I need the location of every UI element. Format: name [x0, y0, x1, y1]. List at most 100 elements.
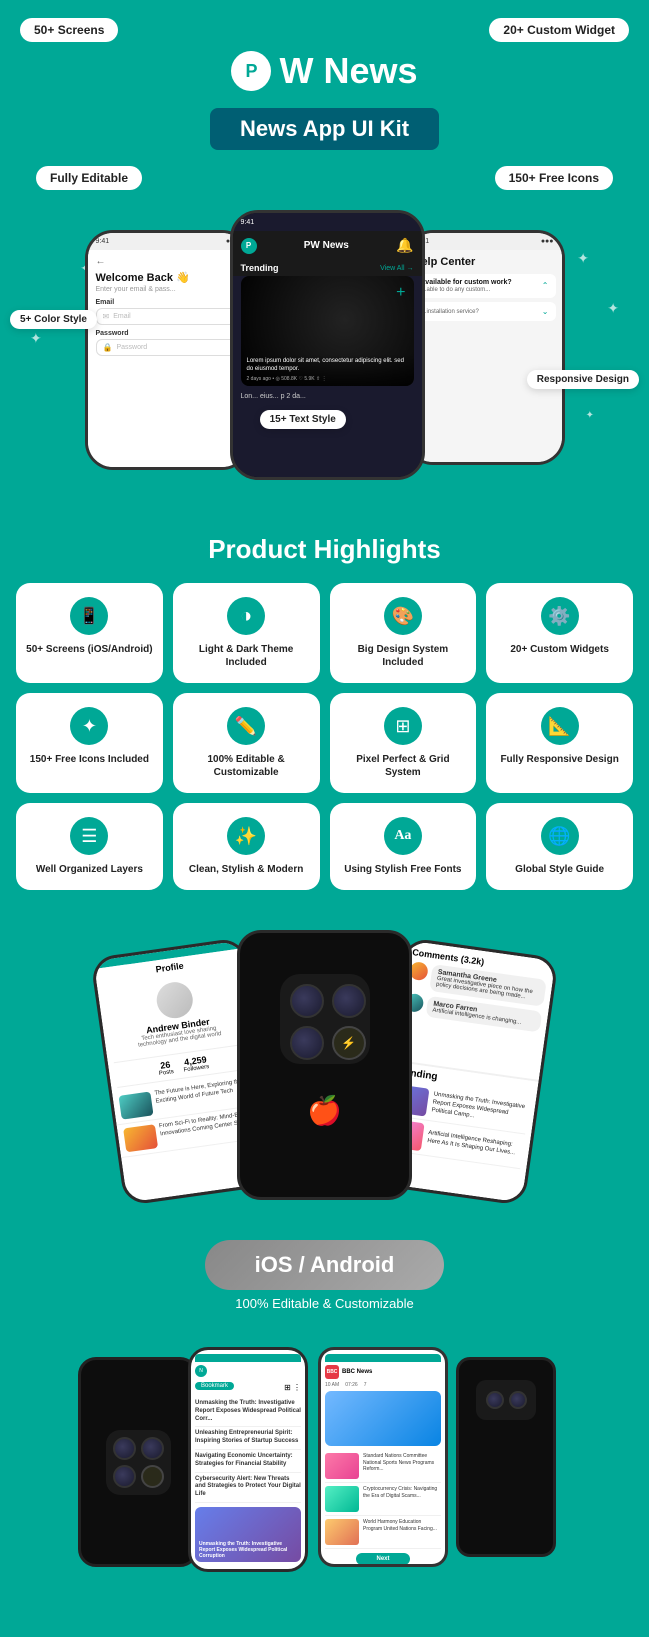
nf-text-3: World Harmony Education Program United N… [363, 1519, 441, 1545]
icons-label: 150+ Free Icons Included [30, 753, 149, 766]
help-q1-title: Available for custom work? [421, 279, 512, 286]
time-row: 10 AM 07:26 7 [325, 1382, 441, 1388]
bookmark-controls[interactable]: ⊞ ⋮ [284, 1383, 301, 1392]
statusbar-right: 9:41●●● [408, 233, 562, 250]
highlight-card-layers: ☰ Well Organized Layers [16, 803, 163, 890]
phones-hero-section: 5+ Color Style 15+ Text Style Responsive… [0, 210, 649, 510]
next-button[interactable]: Next [356, 1553, 409, 1564]
responsive-label: Responsive Design [527, 370, 639, 389]
news-featured-card[interactable]: + Lorem ipsum dolor sit amet, consectetu… [241, 276, 414, 386]
design-icon: 🎨 [384, 597, 422, 635]
news-thumb-1 [119, 1091, 154, 1119]
highlight-card-stylish: ✨ Clean, Stylish & Modern [173, 803, 320, 890]
help-card-1[interactable]: Available for custom work? …able to do a… [414, 274, 556, 298]
back-arrow: ← [96, 256, 239, 267]
nf-item-1[interactable]: Standard Nations Committee National Spor… [325, 1450, 441, 1483]
news-logo-small: P [241, 238, 257, 254]
newsfeed-phone: BBC BBC News 10 AM 07:26 7 Standard Nati… [318, 1347, 448, 1567]
color-style-label: 5+ Color Style [10, 310, 97, 329]
stylish-icon: ✨ [227, 817, 265, 855]
bookmark-screen: N Bookmark ⊞ ⋮ Unmasking the Truth: Inve… [191, 1350, 305, 1569]
sub-badges: Fully Editable 150+ Free Icons [20, 162, 629, 194]
camera-module: ⚡ [280, 974, 370, 1064]
nf-item-3[interactable]: World Harmony Education Program United N… [325, 1516, 441, 1549]
email-label: Email [96, 299, 239, 306]
platform-section: iOS / Android 100% Editable & Customizab… [0, 1220, 649, 1337]
camera-lens-2 [332, 984, 366, 1018]
bottom-left-group: N Bookmark ⊞ ⋮ Unmasking the Truth: Inve… [93, 1347, 308, 1572]
apple-logo-icon: 🍎 [307, 1094, 342, 1127]
news-app-title: PW News [304, 240, 349, 251]
back-camera-module [106, 1430, 171, 1495]
statusbar-left: 9:41●●● [88, 233, 247, 250]
nf-featured-image [325, 1391, 441, 1446]
notification-icon[interactable]: 🔔 [396, 237, 413, 254]
bbc-logo: BBC [325, 1365, 339, 1379]
welcome-title: Welcome Back 👋 [96, 271, 239, 284]
password-placeholder: Password [116, 344, 147, 351]
email-input[interactable]: ✉ Email [96, 308, 239, 325]
fold-camera-bump [476, 1380, 536, 1420]
lock-icon: 🔒 [103, 343, 113, 352]
lightdark-icon: ◑ [227, 597, 265, 635]
header-section: 50+ Screens 20+ Custom Widget P W News N… [0, 0, 649, 210]
bookmark-phone: N Bookmark ⊞ ⋮ Unmasking the Truth: Inve… [188, 1347, 308, 1572]
bottom-phones-section: N Bookmark ⊞ ⋮ Unmasking the Truth: Inve… [0, 1337, 649, 1637]
nf-text-1: Standard Nations Committee National Spor… [363, 1453, 441, 1479]
password-label: Password [96, 330, 239, 337]
bookmark-item-3[interactable]: Navigating Economic Uncertainty: Strateg… [195, 1450, 301, 1473]
icons-badge: 150+ Free Icons [495, 166, 613, 190]
bookmark-tag: Bookmark [195, 1382, 234, 1390]
highlight-card-icons: ✦ 150+ Free Icons Included [16, 693, 163, 793]
highlight-card-fonts: Aa Using Stylish Free Fonts [330, 803, 477, 890]
highlights-section: Product Highlights 📱 50+ Screens (iOS/An… [0, 510, 649, 910]
help-title: Help Center [414, 256, 556, 268]
stylish-label: Clean, Stylish & Modern [189, 863, 303, 876]
help-card-2[interactable]: …installation service? ⌄ [414, 302, 556, 321]
fold-lens-2 [509, 1391, 527, 1409]
news-secondary-text: Lon... eius... p 2 da... [233, 389, 422, 404]
help-q1-sub: …able to do any custom... [421, 287, 512, 293]
newsfeed-screen: BBC BBC News 10 AM 07:26 7 Standard Nati… [321, 1350, 445, 1564]
trending-label: Trending [241, 263, 279, 273]
highlight-card-pixel: ⊞ Pixel Perfect & Grid System [330, 693, 477, 793]
camera-lens-3 [290, 1026, 324, 1060]
view-all-link[interactable]: View All → [380, 265, 413, 272]
page-title: News App UI Kit [210, 108, 439, 150]
highlight-card-editable: ✏️ 100% Editable & Customizable [173, 693, 320, 793]
bookmark-nav-icon: N [195, 1365, 207, 1377]
bookmark-item-1[interactable]: Unmasking the Truth: Investigative Repor… [195, 1397, 301, 1427]
phone-help: 9:41●●● Help Center Available for custom… [405, 230, 565, 465]
lens-bl [113, 1465, 136, 1488]
phone-news: 9:41 P PW News 🔔 Trending View All → + [230, 210, 425, 480]
camera-flash: ⚡ [332, 1026, 366, 1060]
nf-text-2: Cryptocurrency Crisis: Navigating the Er… [363, 1486, 441, 1512]
guide-label: Global Style Guide [515, 863, 604, 876]
chevron-down-icon: ⌄ [542, 307, 549, 316]
password-input[interactable]: 🔒 Password [96, 339, 239, 356]
responsive-label: Fully Responsive Design [500, 753, 618, 766]
comments-screen: Comments (3.2k) Samantha Greene Great in… [391, 940, 556, 1082]
chevron-up-icon: ⌃ [542, 281, 549, 290]
bookmark-item-4[interactable]: Cybersecurity Alert: New Threats and Str… [195, 1473, 301, 1503]
bookmark-featured-caption: Unmasking the Truth: Investigative Repor… [199, 1541, 297, 1559]
bookmark-item-2[interactable]: Unleashing Entrepreneurial Spirit: Inspi… [195, 1427, 301, 1450]
help-content: Help Center Available for custom work? …… [408, 250, 562, 462]
nf-thumb-3 [325, 1519, 359, 1545]
news-card-text: Lorem ipsum dolor sit amet, consectetur … [247, 358, 408, 374]
highlight-card-responsive: 📐 Fully Responsive Design [486, 693, 633, 793]
bookmark-header-row: Bookmark ⊞ ⋮ [195, 1382, 301, 1393]
news-screen: 9:41 P PW News 🔔 Trending View All → + [233, 213, 422, 477]
help-q2-sub: …installation service? [421, 309, 479, 315]
pixel-label: Pixel Perfect & Grid System [338, 753, 469, 779]
highlight-card-design: 🎨 Big Design System Included [330, 583, 477, 683]
widgets-label: 20+ Custom Widgets [510, 643, 609, 656]
nf-item-2[interactable]: Cryptocurrency Crisis: Navigating the Er… [325, 1483, 441, 1516]
news-meta: 2 days ago • ◎ 508.8K ♡ 5.9K ⇧ ⋮ [247, 376, 408, 382]
nf-thumb-2 [325, 1486, 359, 1512]
news-thumb-2 [123, 1124, 158, 1152]
screens-icon: 📱 [70, 597, 108, 635]
lens-tr [141, 1437, 164, 1460]
top-badges: 50+ Screens 20+ Custom Widget [0, 18, 649, 42]
login-content: ← Welcome Back 👋 Enter your email & pass… [88, 250, 247, 467]
